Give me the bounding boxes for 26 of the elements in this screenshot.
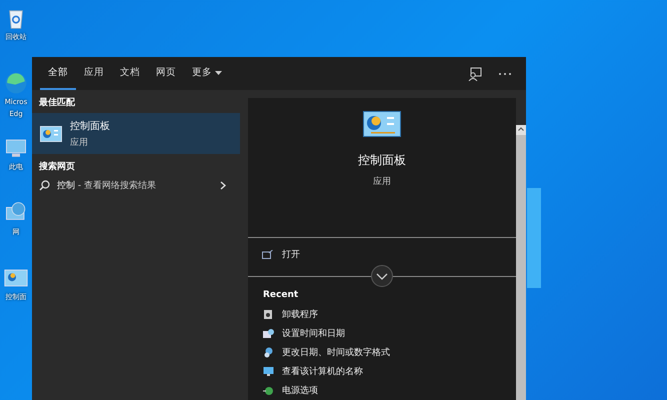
web-search-text: 控制 - 查看网络搜索结果 bbox=[57, 180, 157, 192]
result-type: 应用 bbox=[70, 136, 89, 148]
best-match-item[interactable]: 控制面板 应用 bbox=[32, 113, 240, 154]
recent-item[interactable]: 更改日期、时间或数字格式 bbox=[248, 342, 516, 362]
recent-label: 更改日期、时间或数字格式 bbox=[282, 346, 390, 359]
recent-label: 卸载程序 bbox=[282, 308, 318, 321]
recent-item[interactable]: 设置时间和日期 bbox=[248, 324, 516, 343]
recent-item[interactable]: 卸载程序 bbox=[248, 304, 516, 324]
action-label: 打开 bbox=[282, 248, 300, 261]
section-heading: 搜索网页 bbox=[38, 160, 76, 174]
recent-item[interactable]: 电源选项 bbox=[248, 381, 516, 400]
preview-type: 应用 bbox=[373, 176, 391, 188]
result-title: 控制面板 bbox=[70, 120, 110, 132]
recent-label: 查看该计算机的名称 bbox=[282, 366, 363, 378]
tab[interactable]: 文档 bbox=[112, 57, 148, 90]
recent-heading: Recent bbox=[262, 288, 300, 302]
recent-item[interactable]: 查看该计算机的名称 bbox=[248, 362, 516, 381]
section-heading: 最佳匹配 bbox=[38, 96, 76, 110]
recent-label: 电源选项 bbox=[282, 384, 318, 398]
tab[interactable]: 网页 bbox=[148, 57, 184, 90]
tab[interactable]: 应用 bbox=[76, 57, 112, 90]
preview-title: 控制面板 bbox=[358, 152, 406, 169]
open-action[interactable]: 打开 bbox=[248, 238, 516, 271]
recent-label: 设置时间和日期 bbox=[282, 328, 345, 340]
tab[interactable]: 更多 bbox=[184, 57, 230, 90]
web-search-item[interactable]: 控制 - 查看网络搜索结果 bbox=[32, 177, 240, 194]
